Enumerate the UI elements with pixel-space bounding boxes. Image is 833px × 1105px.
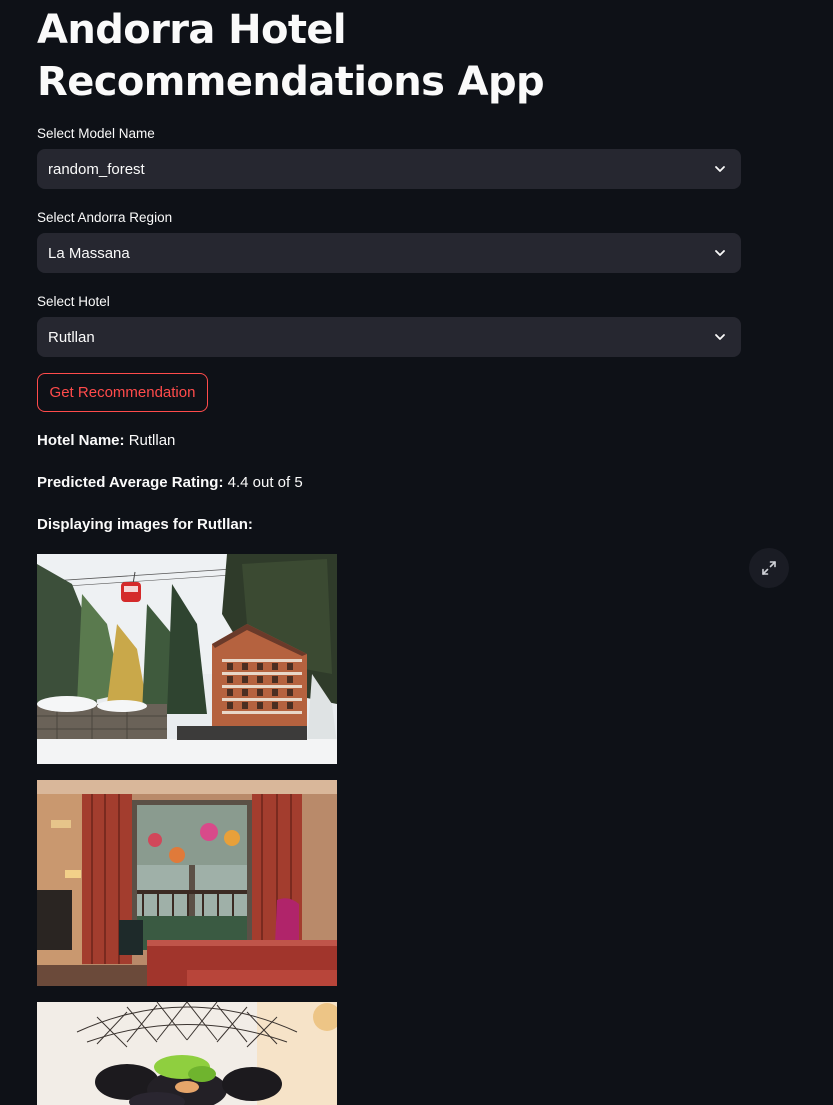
images-heading: Displaying images for Rutllan: — [37, 515, 253, 535]
region-select-value: La Massana — [48, 244, 130, 262]
hotel-name-label: Hotel Name — [37, 432, 120, 449]
region-select-field: Select Andorra Region La Massana — [37, 209, 741, 273]
model-select-label: Select Model Name — [37, 126, 155, 141]
hotel-select[interactable]: Rutllan — [37, 317, 741, 357]
hotel-room-image — [37, 780, 337, 986]
chevron-down-icon — [715, 166, 725, 172]
hotel-select-field: Select Hotel Rutllan — [37, 293, 741, 357]
region-select[interactable]: La Massana — [37, 233, 741, 273]
rating-line: Predicted Average Rating: 4.4 out of 5 — [37, 474, 303, 491]
model-select[interactable]: random_forest — [37, 149, 741, 189]
images-heading-text: Displaying images for Rutllan: — [37, 516, 253, 533]
main-content: Andorra Hotel Recommendations App Select… — [37, 0, 741, 1105]
region-select-label: Select Andorra Region — [37, 210, 173, 225]
fullscreen-button[interactable] — [749, 548, 789, 588]
chevron-down-icon — [715, 334, 725, 340]
hotel-select-label: Select Hotel — [37, 294, 110, 309]
app-page: Andorra Hotel Recommendations App Select… — [0, 0, 833, 1105]
get-recommendation-button[interactable]: Get Recommendation — [37, 373, 208, 412]
hotel-select-value: Rutllan — [48, 328, 95, 346]
model-select-value: random_forest — [48, 160, 145, 178]
hotel-name-value: Rutllan — [128, 432, 176, 449]
hotel-name-line: Hotel Name: Rutllan — [37, 432, 176, 449]
fullscreen-icon — [762, 561, 776, 575]
hotel-exterior-image — [37, 554, 337, 764]
food-image — [37, 1002, 337, 1105]
page-title: Andorra Hotel Recommendations App — [37, 7, 545, 105]
rating-label: Predicted Average Rating — [37, 474, 219, 491]
model-select-field: Select Model Name random_forest — [37, 125, 741, 189]
rating-value: 4.4 out of 5 — [227, 474, 303, 491]
chevron-down-icon — [715, 250, 725, 256]
